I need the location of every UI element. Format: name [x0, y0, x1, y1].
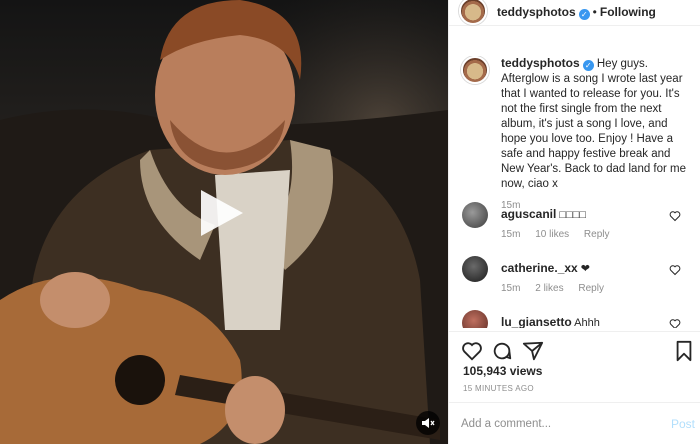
- post-button[interactable]: Post: [671, 417, 695, 431]
- comment-item: lu_giansetto Ahhh: [449, 310, 700, 328]
- comment-composer: Post: [449, 402, 700, 444]
- heart-icon[interactable]: [669, 318, 681, 328]
- commenter-avatar[interactable]: [462, 202, 488, 228]
- play-button[interactable]: [193, 186, 247, 240]
- caption-text: Hey guys. Afterglow is a song I wrote la…: [501, 58, 687, 190]
- commenter-username[interactable]: lu_giansetto: [501, 315, 572, 328]
- bookmark-icon[interactable]: [673, 340, 695, 362]
- heart-icon[interactable]: [669, 264, 681, 276]
- comment-text: ❤: [580, 263, 590, 275]
- heart-icon[interactable]: [669, 210, 681, 222]
- caption-username[interactable]: teddysphotos: [501, 56, 580, 70]
- comment-input[interactable]: [461, 415, 651, 433]
- share-icon[interactable]: [522, 340, 544, 362]
- comment-icon[interactable]: [491, 340, 513, 362]
- play-icon: [201, 190, 243, 236]
- author-username[interactable]: teddysphotos: [497, 5, 576, 19]
- author-avatar[interactable]: [459, 0, 487, 25]
- heart-icon[interactable]: [461, 340, 483, 362]
- commenter-avatar[interactable]: [462, 256, 488, 282]
- separator-dot: •: [592, 5, 597, 19]
- reply-button[interactable]: Reply: [578, 283, 604, 294]
- comments-list[interactable]: teddysphotos ✓ Hey guys. Afterglow is a s…: [449, 56, 700, 328]
- video-player[interactable]: [0, 0, 448, 444]
- commenter-username[interactable]: catherine._xx: [501, 261, 578, 275]
- verified-badge-icon: ✓: [582, 60, 594, 71]
- speaker-muted-icon: [422, 418, 435, 428]
- comment-text: □□□□: [559, 209, 586, 221]
- following-button[interactable]: Following: [600, 5, 656, 19]
- post-panel: teddysphotos ✓ • Following teddysphotos ✓ He…: [448, 0, 700, 444]
- post-header: teddysphotos ✓ • Following: [449, 0, 700, 26]
- commenter-avatar[interactable]: [462, 310, 488, 328]
- post-timestamp[interactable]: 15 MINUTES AGO: [463, 384, 534, 393]
- comment-likes[interactable]: 10 likes: [535, 229, 569, 240]
- reply-button[interactable]: Reply: [584, 229, 610, 240]
- verified-badge-icon: ✓: [578, 9, 590, 20]
- view-count[interactable]: 105,943 views: [463, 364, 542, 378]
- comment-time[interactable]: 15m: [501, 283, 520, 294]
- comment-time[interactable]: 15m: [501, 229, 520, 240]
- mute-button[interactable]: [416, 411, 440, 435]
- post-caption: teddysphotos ✓ Hey guys. Afterglow is a s…: [449, 56, 700, 211]
- commenter-username[interactable]: aguscanil: [501, 207, 556, 221]
- caption-avatar[interactable]: [461, 56, 489, 84]
- comment-likes[interactable]: 2 likes: [535, 283, 563, 294]
- comment-text: Ahhh: [574, 317, 600, 328]
- comment-item: aguscanil □□□□ 15m 10 likes Reply: [449, 202, 700, 248]
- comment-item: catherine._xx ❤ 15m 2 likes Reply: [449, 256, 700, 302]
